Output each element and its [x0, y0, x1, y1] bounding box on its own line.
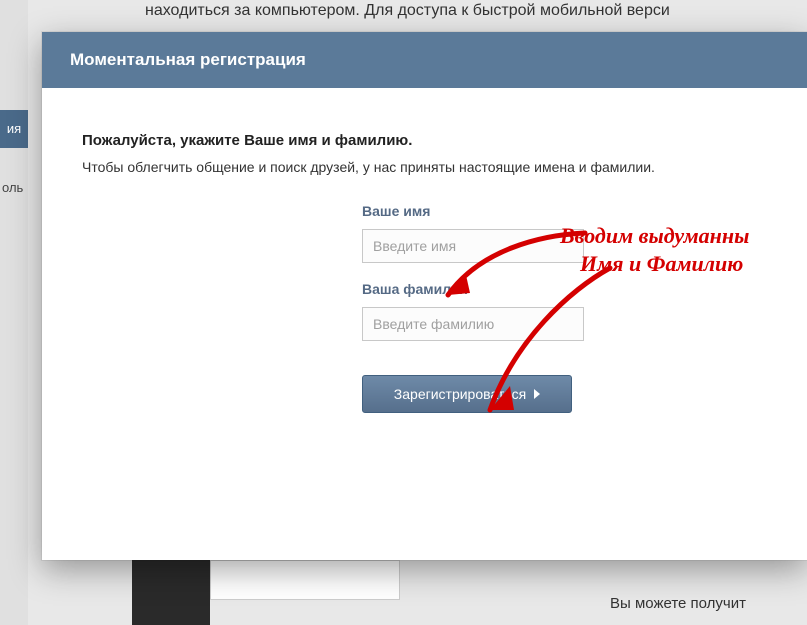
annotation-text-1: Вводим выдуманны	[560, 222, 749, 251]
page-sidebar	[0, 0, 28, 625]
bg-box	[210, 560, 400, 600]
bg-side-tab: ия	[0, 110, 28, 148]
bg-top-text: находиться за компьютером. Для доступа к…	[145, 2, 670, 20]
bg-side-label: оль	[2, 180, 23, 195]
bg-dark-column	[132, 560, 210, 625]
bg-bottom-text: Вы можете получит	[610, 595, 746, 612]
instruction-subtitle: Чтобы облегчить общение и поиск друзей, …	[82, 159, 767, 175]
last-name-input[interactable]	[362, 307, 584, 341]
chevron-right-icon	[534, 389, 540, 399]
register-button-label: Зарегистрироваться	[394, 386, 526, 402]
modal-title: Моментальная регистрация	[70, 50, 306, 70]
registration-form: Ваше имя Ваша фамилия Зарегистрироваться	[362, 203, 592, 413]
modal-header: Моментальная регистрация	[42, 32, 807, 88]
annotation-text-2: Имя и Фамилию	[580, 250, 743, 279]
first-name-input[interactable]	[362, 229, 584, 263]
name-label: Ваше имя	[362, 203, 592, 219]
surname-label: Ваша фамилия	[362, 281, 592, 297]
instruction-title: Пожалуйста, укажите Ваше имя и фамилию.	[82, 132, 767, 149]
register-button[interactable]: Зарегистрироваться	[362, 375, 572, 413]
registration-modal: Моментальная регистрация Пожалуйста, ука…	[42, 32, 807, 560]
